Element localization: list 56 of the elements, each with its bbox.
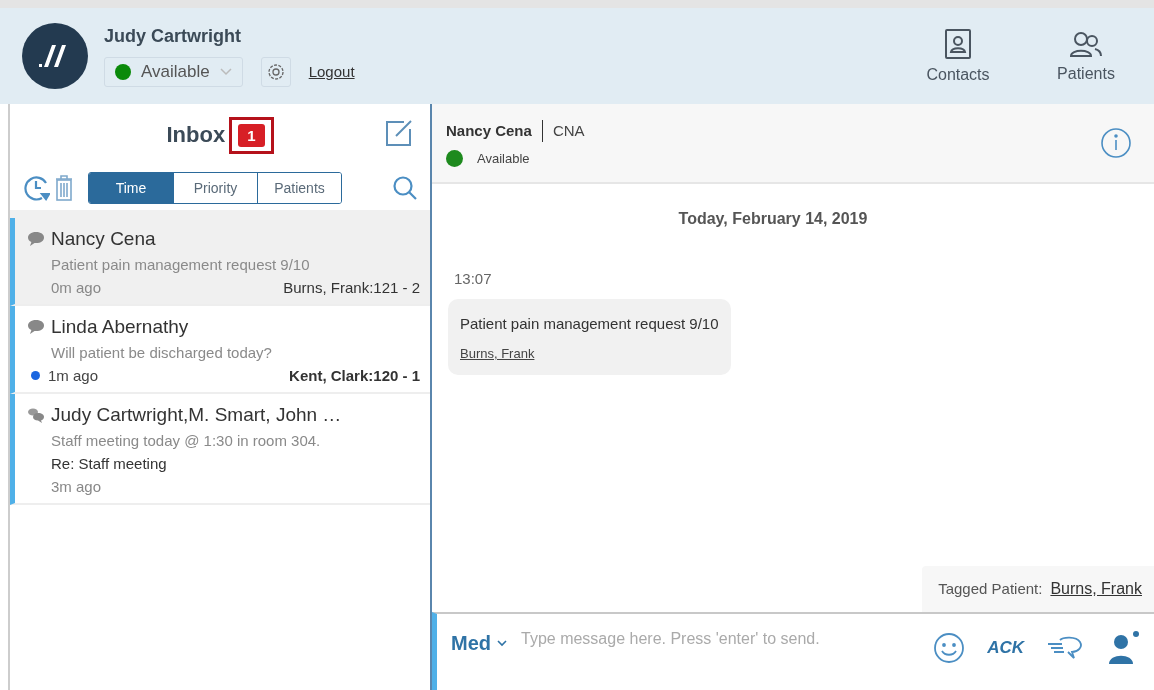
priority-dropdown[interactable]: Med: [451, 632, 507, 655]
message-text: Patient pain management request 9/10: [460, 315, 719, 332]
people-icon: [1069, 29, 1103, 59]
contact-role: CNA: [552, 122, 585, 139]
nav-button[interactable]: Contacts: [902, 28, 1014, 84]
date-divider: Today, February 14, 2019: [678, 210, 868, 228]
info-icon[interactable]: [1100, 127, 1132, 159]
message-age: 3m ago: [51, 478, 102, 495]
user-name: Judy Cartwright: [104, 25, 242, 47]
status-dot: [446, 149, 463, 167]
logo-icon: [22, 23, 88, 89]
inbox-title: Inbox: [166, 122, 226, 148]
message-age: 0m ago: [51, 279, 102, 296]
unread-count: 1: [238, 123, 265, 147]
patient-link[interactable]: Burns, Frank: [460, 346, 719, 361]
sender-name: Judy Cartwright,M. Smart, John …: [51, 404, 342, 426]
patient-room: Burns, Frank:121 - 2: [283, 279, 420, 296]
message-preview: Will patient be discharged today?: [51, 344, 273, 361]
compose-icon[interactable]: [384, 118, 414, 148]
contact-card-icon: [943, 28, 973, 60]
search-icon[interactable]: [392, 175, 418, 201]
message-preview: Patient pain management request 9/10: [51, 256, 311, 273]
contact-name: Nancy Cena: [446, 122, 532, 139]
sender-name: Nancy Cena: [51, 228, 156, 250]
unread-dot: [31, 371, 40, 380]
chevron-icon: [497, 640, 507, 647]
message-subject: Re: Staff meeting: [51, 455, 168, 472]
status-dropdown[interactable]: Available: [104, 56, 243, 87]
sender-name: Linda Abernathy: [51, 316, 189, 338]
conversation-item[interactable]: Linda Abernathy Will patient be discharged today? 1m ago Kent, Clark:120 - 1: [10, 306, 430, 394]
logout-link[interactable]: Logout: [308, 63, 355, 80]
trash-icon[interactable]: [54, 174, 74, 202]
gear-icon: [266, 62, 285, 81]
ack-button[interactable]: ACK: [987, 638, 1024, 658]
patient-link[interactable]: Burns, Frank: [1050, 580, 1142, 598]
conversation-item[interactable]: Judy Cartwright,M. Smart, John … Staff meeting today @ 1:30 in room 304. Re: Staff meeting 3m ago: [10, 394, 430, 505]
speech-bubble-icon: [27, 231, 45, 247]
conversation-item[interactable]: Nancy Cena Patient pain management request 9/10 0m ago Burns, Frank:121 - 2: [10, 218, 430, 306]
contact-status: Available: [477, 150, 530, 166]
smiley-icon[interactable]: [933, 632, 966, 664]
settings-button[interactable]: [260, 56, 291, 87]
filter-tab[interactable]: Patients: [257, 173, 341, 203]
quick-reply-icon[interactable]: [1046, 634, 1084, 662]
status-dot: [115, 63, 131, 80]
speech-bubble-icon: [27, 319, 45, 335]
chat-bubbles-icon: [27, 407, 45, 423]
message-time: 13:07: [454, 270, 493, 287]
message-preview: Staff meeting today @ 1:30 in room 304.: [51, 432, 322, 449]
person-icon[interactable]: [1106, 630, 1140, 666]
chevron-icon: [219, 67, 232, 76]
patient-room: Kent, Clark:120 - 1: [289, 367, 420, 384]
tagged-label: Tagged Patient:: [938, 580, 1043, 598]
clock-history-icon[interactable]: [24, 174, 50, 202]
nav-button[interactable]: Patients: [1030, 29, 1142, 83]
filter-tab[interactable]: Time: [89, 173, 173, 203]
message-age: 1m ago: [48, 367, 99, 384]
